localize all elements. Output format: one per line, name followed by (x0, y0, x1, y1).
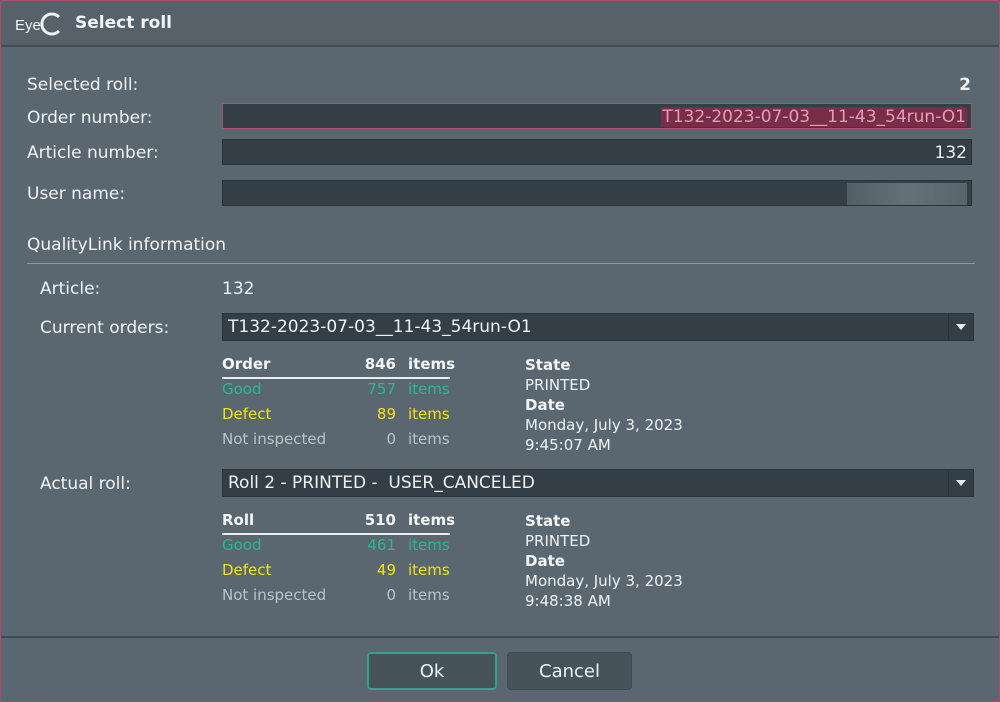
roll-good-count: 461 (367, 536, 396, 554)
order-date-label: Date (525, 396, 565, 414)
title-bar: Eye Select roll (1, 1, 999, 47)
redacted-user-name (847, 183, 967, 205)
current-orders-dropdown[interactable]: T132-2023-07-03__11-43_54run-O1 (222, 313, 974, 341)
roll-state-label: State (525, 512, 571, 530)
roll-good-unit: items (408, 536, 450, 554)
roll-state-value: PRINTED (525, 532, 591, 550)
order-good-row: Good 757 items (222, 380, 452, 405)
current-orders-value: T132-2023-07-03__11-43_54run-O1 (228, 317, 532, 337)
roll-defect-row: Defect 49 items (222, 561, 452, 586)
order-header-count: 846 (364, 355, 396, 373)
roll-good-row: Good 461 items (222, 536, 452, 561)
order-defect-count: 89 (376, 405, 396, 423)
order-good-unit: items (408, 380, 450, 398)
order-table: Order 846 items Good 757 items Defect 89… (222, 355, 456, 455)
actual-roll-label: Actual roll: (40, 474, 131, 494)
article-number-label: Article number: (27, 143, 159, 163)
order-header-name: Order (222, 355, 271, 373)
chevron-down-icon[interactable] (948, 470, 973, 496)
order-number-field[interactable]: T132-2023-07-03__11-43_54run-O1 (222, 103, 972, 129)
roll-defect-name: Defect (222, 561, 272, 579)
order-defect-unit: items (408, 405, 450, 423)
eyec-logo-icon: Eye (15, 12, 61, 36)
qualitylink-section-title: QualityLink information (27, 235, 227, 255)
actual-roll-dropdown[interactable]: Roll 2 - PRINTED - USER_CANCELED (222, 469, 974, 497)
roll-header-name: Roll (222, 511, 255, 529)
roll-notinspected-count: 0 (386, 586, 396, 604)
roll-notinspected-unit: items (408, 586, 450, 604)
order-state-label: State (525, 356, 571, 374)
dialog-title: Select roll (75, 13, 172, 33)
order-defect-name: Defect (222, 405, 272, 423)
current-orders-label: Current orders: (40, 318, 170, 338)
section-divider (27, 263, 975, 264)
roll-header-count: 510 (364, 511, 396, 529)
article-label: Article: (40, 279, 101, 299)
actual-roll-value: Roll 2 - PRINTED - USER_CANCELED (228, 473, 535, 493)
order-notinspected-name: Not inspected (222, 430, 327, 448)
roll-date-label: Date (525, 552, 565, 570)
roll-time-value: 9:48:38 AM (525, 592, 611, 610)
roll-good-name: Good (222, 536, 262, 554)
user-name-label: User name: (27, 184, 126, 204)
roll-defect-unit: items (408, 561, 450, 579)
order-notinspected-unit: items (408, 430, 450, 448)
roll-notinspected-name: Not inspected (222, 586, 327, 604)
order-header-unit: items (408, 355, 456, 373)
roll-date-value: Monday, July 3, 2023 (525, 572, 683, 590)
order-state-value: PRINTED (525, 376, 591, 394)
roll-header-unit: items (408, 511, 456, 529)
order-defect-row: Defect 89 items (222, 405, 452, 430)
roll-table-header: Roll 510 items (222, 511, 456, 536)
article-value: 132 (222, 279, 255, 299)
cancel-button[interactable]: Cancel (507, 652, 632, 690)
order-date-value: Monday, July 3, 2023 (525, 416, 683, 434)
select-roll-dialog: Eye Select roll Selected roll: 2 Order n… (0, 0, 1000, 702)
order-good-count: 757 (367, 380, 396, 398)
article-number-field[interactable]: 132 (222, 139, 972, 165)
order-table-header: Order 846 items (222, 355, 456, 380)
order-notinspected-count: 0 (386, 430, 396, 448)
user-name-field[interactable] (222, 180, 972, 206)
roll-table: Roll 510 items Good 461 items Defect 49 … (222, 511, 456, 611)
footer-divider (1, 636, 999, 638)
chevron-down-icon[interactable] (948, 314, 973, 340)
roll-state-block: State PRINTED Date Monday, July 3, 2023 … (525, 511, 683, 611)
order-state-block: State PRINTED Date Monday, July 3, 2023 … (525, 355, 683, 455)
selected-roll-label: Selected roll: (27, 75, 139, 95)
order-number-label: Order number: (27, 108, 153, 128)
roll-notinspected-row: Not inspected 0 items (222, 586, 452, 611)
roll-defect-count: 49 (376, 561, 396, 579)
ok-button[interactable]: Ok (367, 652, 497, 690)
order-notinspected-row: Not inspected 0 items (222, 430, 452, 455)
order-good-name: Good (222, 380, 262, 398)
order-time-value: 9:45:07 AM (525, 436, 611, 454)
order-number-value: T132-2023-07-03__11-43_54run-O1 (661, 107, 967, 127)
svg-text:Eye: Eye (15, 17, 41, 34)
selected-roll-value: 2 (959, 75, 971, 95)
